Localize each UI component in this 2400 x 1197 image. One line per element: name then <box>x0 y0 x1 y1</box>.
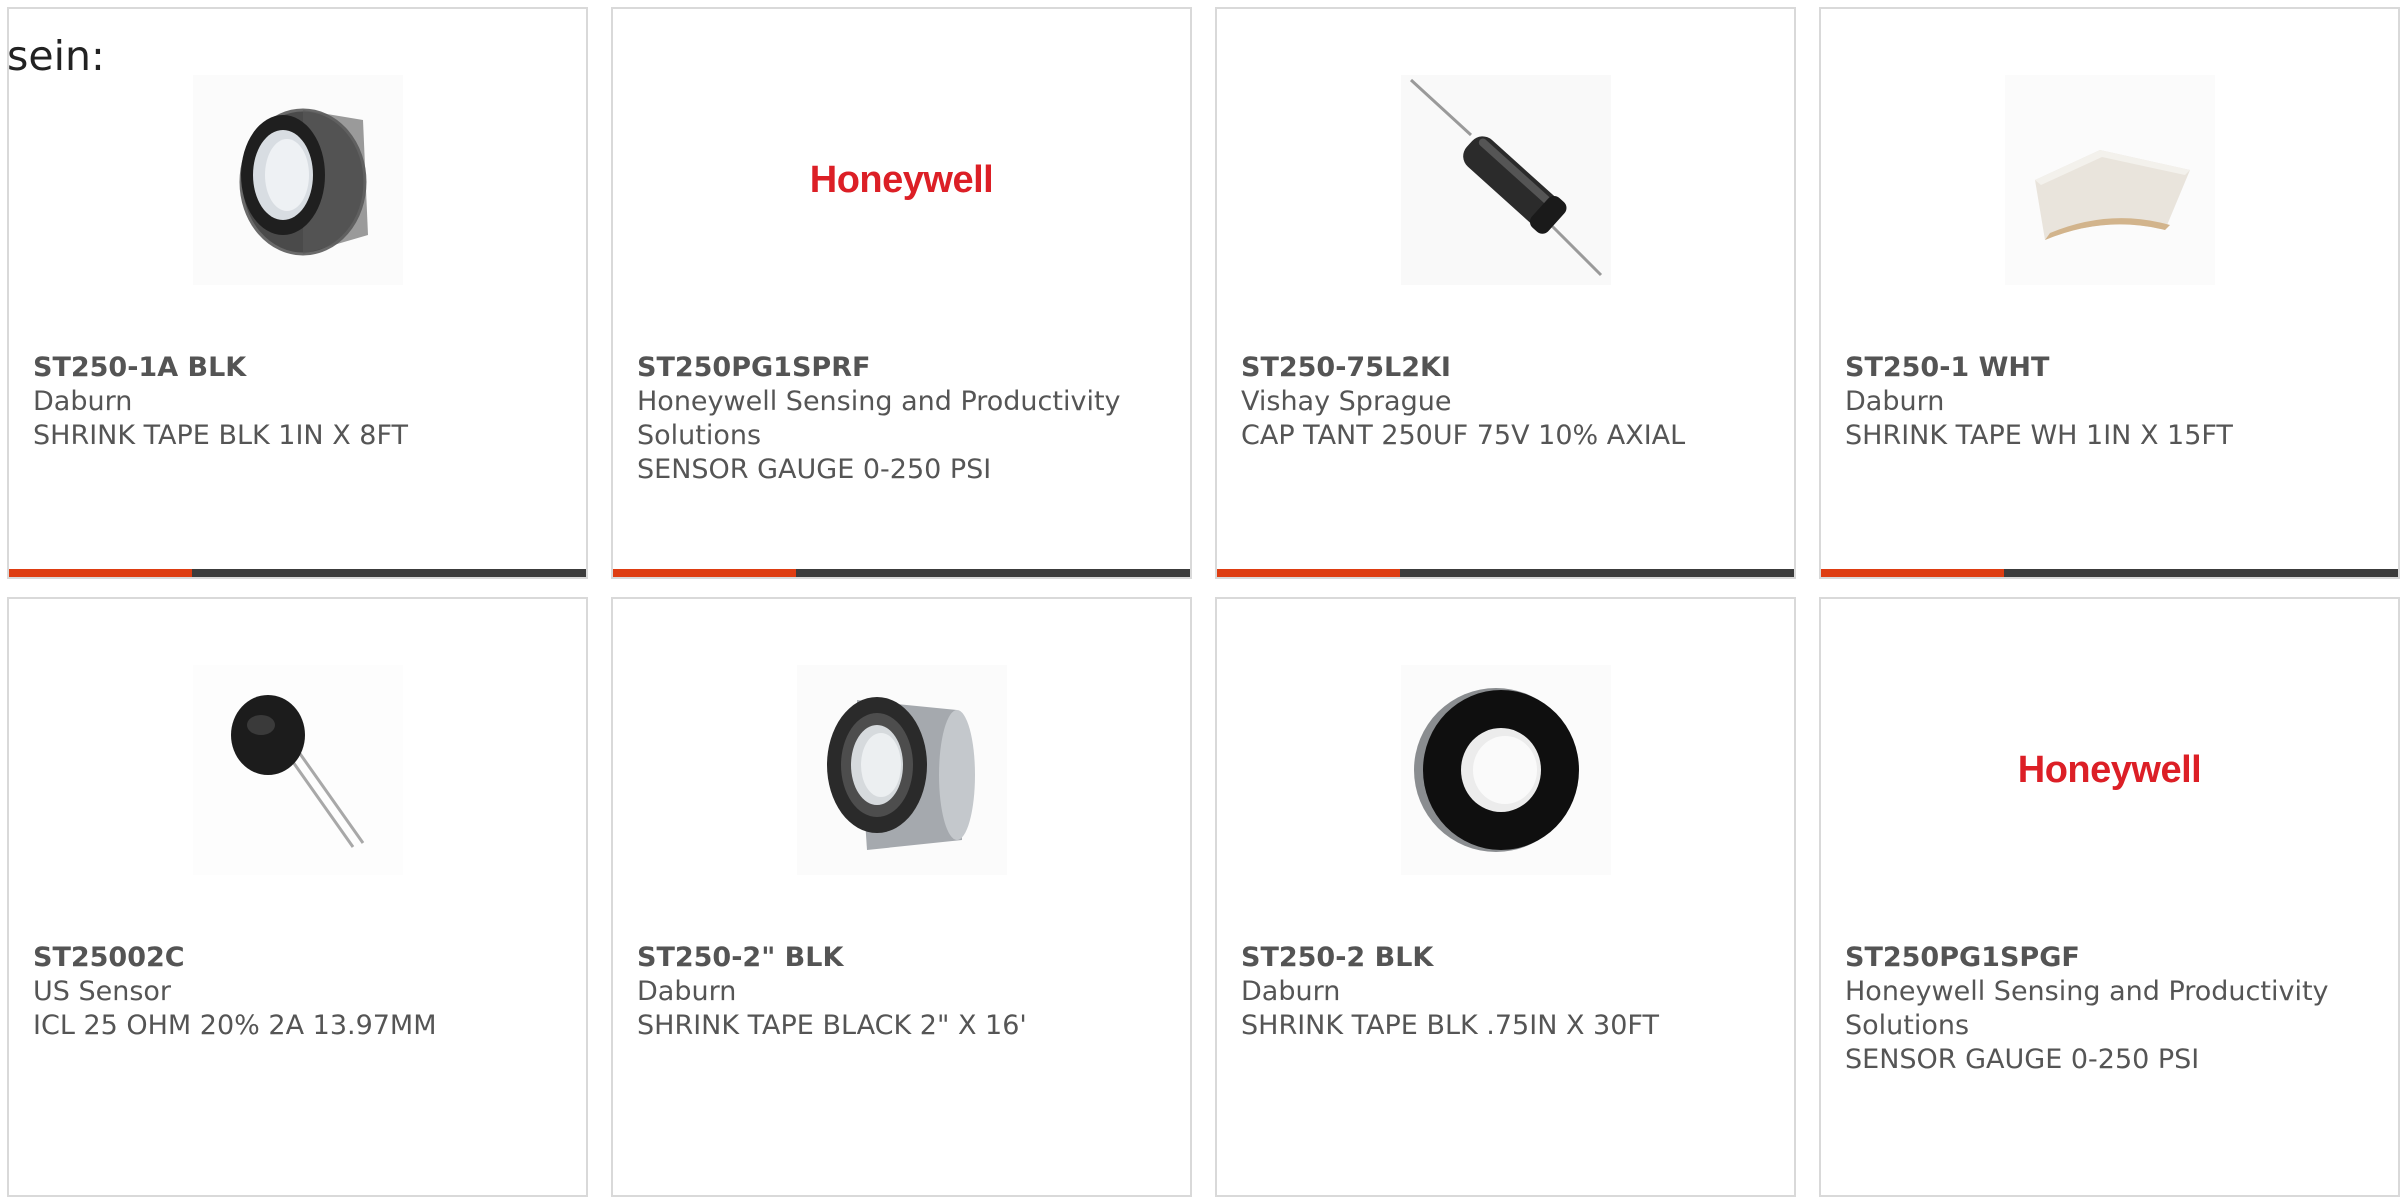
product-image-area <box>613 665 1190 875</box>
part-number[interactable]: ST250-1 WHT <box>1845 351 2378 385</box>
description: ICL 25 OHM 20% 2A 13.97MM <box>33 1010 437 1041</box>
white-tape-image <box>2004 75 2215 285</box>
product-info: ST25002C US Sensor ICL 25 OHM 20% 2A 13.… <box>33 941 566 1043</box>
product-info: ST250-1A BLK Daburn SHRINK TAPE BLK 1IN … <box>33 351 566 453</box>
part-number[interactable]: ST250PG1SPGF <box>1845 941 2378 975</box>
card-bar-accent <box>613 569 796 577</box>
card-bar-accent <box>9 569 192 577</box>
product-card[interactable]: ST250-1 WHT Daburn SHRINK TAPE WH 1IN X … <box>1819 7 2400 579</box>
manufacturer: Daburn <box>33 386 133 417</box>
part-number[interactable]: ST250-75L2KI <box>1241 351 1774 385</box>
manufacturer: Honeywell Sensing and Productivity Solut… <box>1845 976 2329 1041</box>
description: SHRINK TAPE BLK 1IN X 8FT <box>33 420 409 451</box>
product-card[interactable]: ST250-1A BLK Daburn SHRINK TAPE BLK 1IN … <box>7 7 588 579</box>
axial-capacitor-image <box>1400 75 1611 285</box>
description: SHRINK TAPE WH 1IN X 15FT <box>1845 420 2233 451</box>
part-number[interactable]: ST25002C <box>33 941 566 975</box>
card-bottom-bar <box>1821 569 2398 577</box>
black-tape-roll-wide-image <box>796 665 1007 875</box>
product-info: ST250-2 BLK Daburn SHRINK TAPE BLK .75IN… <box>1241 941 1774 1043</box>
manufacturer: Daburn <box>1845 386 1945 417</box>
description: CAP TANT 250UF 75V 10% AXIAL <box>1241 420 1686 451</box>
product-info: ST250-2" BLK Daburn SHRINK TAPE BLACK 2"… <box>637 941 1170 1043</box>
description: SHRINK TAPE BLACK 2" X 16' <box>637 1010 1027 1041</box>
part-number[interactable]: ST250-1A BLK <box>33 351 566 385</box>
product-info: ST250-1 WHT Daburn SHRINK TAPE WH 1IN X … <box>1845 351 2378 453</box>
product-card[interactable]: ST250-75L2KI Vishay Sprague CAP TANT 250… <box>1215 7 1796 579</box>
description: SHRINK TAPE BLK .75IN X 30FT <box>1241 1010 1659 1041</box>
card-bottom-bar <box>613 569 1190 577</box>
product-image-area <box>1821 75 2398 285</box>
product-card[interactable]: Honeywell ST250PG1SPRF Honeywell Sensing… <box>611 7 1192 579</box>
part-number[interactable]: ST250-2" BLK <box>637 941 1170 975</box>
manufacturer: US Sensor <box>33 976 172 1007</box>
product-image-area: Honeywell <box>1821 665 2398 875</box>
manufacturer: Daburn <box>1241 976 1341 1007</box>
product-image-area <box>9 665 586 875</box>
manufacturer: Honeywell Sensing and Productivity Solut… <box>637 386 1121 451</box>
product-image-area: Honeywell <box>613 75 1190 285</box>
card-bottom-bar <box>9 569 586 577</box>
card-bottom-bar <box>1217 569 1794 577</box>
honeywell-logo: Honeywell <box>809 158 994 201</box>
product-image-area <box>9 75 586 285</box>
page-prefix-text: sein: <box>7 32 105 80</box>
black-tape-roll-image <box>192 75 403 285</box>
part-number[interactable]: ST250PG1SPRF <box>637 351 1170 385</box>
product-card[interactable]: Honeywell ST250PG1SPGF Honeywell Sensing… <box>1819 597 2400 1197</box>
product-info: ST250PG1SPGF Honeywell Sensing and Produ… <box>1845 941 2378 1077</box>
manufacturer: Vishay Sprague <box>1241 386 1452 417</box>
product-info: ST250-75L2KI Vishay Sprague CAP TANT 250… <box>1241 351 1774 453</box>
disc-thermistor-image <box>192 665 403 875</box>
part-number[interactable]: ST250-2 BLK <box>1241 941 1774 975</box>
honeywell-logo: Honeywell <box>2017 748 2202 791</box>
black-tape-roll-front-image <box>1400 665 1611 875</box>
product-info: ST250PG1SPRF Honeywell Sensing and Produ… <box>637 351 1170 487</box>
description: SENSOR GAUGE 0-250 PSI <box>1845 1044 2200 1075</box>
description: SENSOR GAUGE 0-250 PSI <box>637 454 992 485</box>
card-bar-accent <box>1217 569 1400 577</box>
manufacturer: Daburn <box>637 976 737 1007</box>
product-image-area <box>1217 665 1794 875</box>
product-image-area <box>1217 75 1794 285</box>
product-card[interactable]: ST250-2" BLK Daburn SHRINK TAPE BLACK 2"… <box>611 597 1192 1197</box>
product-card[interactable]: ST25002C US Sensor ICL 25 OHM 20% 2A 13.… <box>7 597 588 1197</box>
product-card[interactable]: ST250-2 BLK Daburn SHRINK TAPE BLK .75IN… <box>1215 597 1796 1197</box>
card-bar-accent <box>1821 569 2004 577</box>
